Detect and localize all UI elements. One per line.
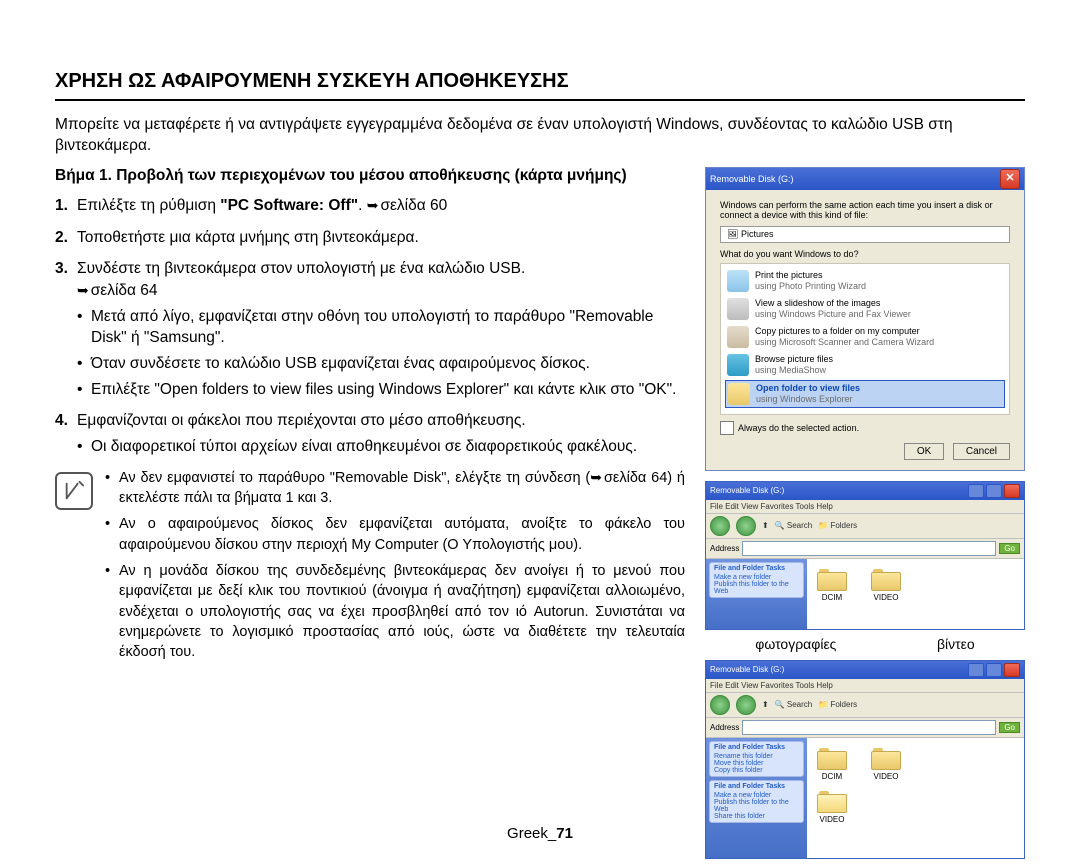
close-icon[interactable] (1004, 663, 1020, 677)
search-button[interactable]: 🔍 Search (775, 700, 813, 709)
intro-text: Μπορείτε να μεταφέρετε ή να αντιγράψετε … (55, 115, 1025, 157)
back-icon[interactable] (710, 695, 730, 715)
folders-button[interactable]: 📁 Folders (818, 521, 857, 530)
right-column: Removable Disk (G:) ✕ Windows can perfor… (705, 167, 1025, 865)
ok-button[interactable]: OK (904, 443, 944, 460)
page-ref-icon (590, 470, 604, 486)
go-button[interactable]: Go (999, 722, 1020, 733)
step-3: 3. Συνδέστε τη βιντεοκάμερα στον υπολογι… (55, 258, 685, 400)
print-wizard-icon (727, 270, 749, 292)
toolbar: ⬆ 🔍 Search 📁 Folders (706, 514, 1024, 539)
page-footer: Greek_71 (0, 825, 1080, 842)
folder-icon (817, 567, 847, 591)
note-box: Αν δεν εμφανιστεί το παράθυρο "Removable… (55, 468, 685, 669)
dialog-question: What do you want Windows to do? (720, 249, 1010, 259)
always-checkbox-row[interactable]: Always do the selected action. (720, 421, 1010, 435)
mediashow-icon (727, 354, 749, 376)
back-icon[interactable] (710, 516, 730, 536)
action-list[interactable]: Print the picturesusing Photo Printing W… (720, 263, 1010, 415)
folder-video[interactable]: VIDEO (871, 746, 901, 781)
task-item[interactable]: Rename this folder (714, 753, 799, 760)
task-item[interactable]: Make a new folder (714, 574, 799, 581)
opt-print[interactable]: Print the picturesusing Photo Printing W… (725, 268, 1005, 294)
dialog-title: Removable Disk (G:) (710, 168, 794, 190)
window-title: Removable Disk (G:) (710, 665, 784, 674)
opt-open-folder[interactable]: Open folder to view filesusing Windows E… (725, 380, 1005, 408)
folder-icon (728, 383, 750, 405)
step-title: Βήμα 1. Προβολή των περιεχομένων του μέσ… (55, 167, 685, 185)
forward-icon[interactable] (736, 695, 756, 715)
scanner-icon (727, 326, 749, 348)
maximize-icon[interactable] (986, 663, 1002, 677)
folders-button[interactable]: 📁 Folders (818, 700, 857, 709)
note-icon (55, 472, 93, 510)
menubar[interactable]: File Edit View Favorites Tools Help (706, 500, 1024, 514)
up-icon[interactable]: ⬆ (762, 700, 769, 709)
close-icon[interactable]: ✕ (1000, 169, 1020, 189)
checkbox-icon[interactable] (720, 421, 734, 435)
opt-browse[interactable]: Browse picture filesusing MediaShow (725, 352, 1005, 378)
forward-icon[interactable] (736, 516, 756, 536)
task-item[interactable]: Move this folder (714, 760, 799, 767)
step-1: 1. Επιλέξτε τη ρύθμιση "PC Software: Off… (55, 195, 685, 217)
tasks-pane: File and Folder Tasks Make a new folder … (706, 559, 807, 629)
page-ref-icon (367, 197, 381, 214)
toolbar: ⬆ 🔍 Search 📁 Folders (706, 693, 1024, 718)
folder-dcim[interactable]: DCIM (817, 567, 847, 602)
task-item[interactable]: Publish this folder to the Web (714, 799, 799, 813)
task-item[interactable]: Publish this folder to the Web (714, 581, 799, 595)
up-icon[interactable]: ⬆ (762, 521, 769, 530)
folder-open-icon (817, 789, 847, 813)
opt-copy[interactable]: Copy pictures to a folder on my computer… (725, 324, 1005, 350)
dialog-message: Windows can perform the same action each… (720, 200, 1010, 220)
folder-icon (871, 746, 901, 770)
explorer-window-1: Removable Disk (G:) File Edit View Favor… (705, 481, 1025, 630)
photos-label: φωτογραφίες (755, 636, 836, 652)
maximize-icon[interactable] (986, 484, 1002, 498)
minimize-icon[interactable] (968, 663, 984, 677)
section-heading: ΧΡΗΣΗ ΩΣ ΑΦΑΙΡΟΥΜΕΝΗ ΣΥΣΚΕΥΗ ΑΠΟΘΗΚΕΥΣΗΣ (55, 70, 1025, 101)
task-item[interactable]: Share this folder (714, 813, 799, 820)
page-ref-icon (77, 282, 91, 299)
minimize-icon[interactable] (968, 484, 984, 498)
cancel-button[interactable]: Cancel (953, 443, 1010, 460)
menubar[interactable]: File Edit View Favorites Tools Help (706, 679, 1024, 693)
removable-disk-dialog: Removable Disk (G:) ✕ Windows can perfor… (705, 167, 1025, 471)
pictures-label: 🖼 Pictures (720, 226, 1010, 243)
task-item[interactable]: Copy this folder (714, 767, 799, 774)
search-button[interactable]: 🔍 Search (775, 521, 813, 530)
step-2: 2. Τοποθετήστε μια κάρτα μνήμης στη βιντ… (55, 227, 685, 249)
close-icon[interactable] (1004, 484, 1020, 498)
folder-icon (817, 746, 847, 770)
address-label: Address (710, 544, 739, 553)
slideshow-icon (727, 298, 749, 320)
step-4: 4. Εμφανίζονται οι φάκελοι που περιέχοντ… (55, 410, 685, 457)
task-item[interactable]: Make a new folder (714, 792, 799, 799)
opt-slideshow[interactable]: View a slideshow of the imagesusing Wind… (725, 296, 1005, 322)
window-title: Removable Disk (G:) (710, 486, 784, 495)
folder-icon (871, 567, 901, 591)
address-label: Address (710, 723, 739, 732)
videos-label: βίντεο (937, 636, 975, 652)
folder-video[interactable]: VIDEO (871, 567, 901, 602)
address-field[interactable] (742, 720, 996, 735)
folder-video-open[interactable]: VIDEO (817, 789, 847, 824)
left-column: Βήμα 1. Προβολή των περιεχομένων του μέσ… (55, 167, 685, 865)
go-button[interactable]: Go (999, 543, 1020, 554)
folder-dcim[interactable]: DCIM (817, 746, 847, 781)
address-field[interactable] (742, 541, 996, 556)
folder-labels: φωτογραφίες βίντεο (705, 636, 1025, 652)
files-pane[interactable]: DCIM VIDEO (807, 559, 1024, 629)
